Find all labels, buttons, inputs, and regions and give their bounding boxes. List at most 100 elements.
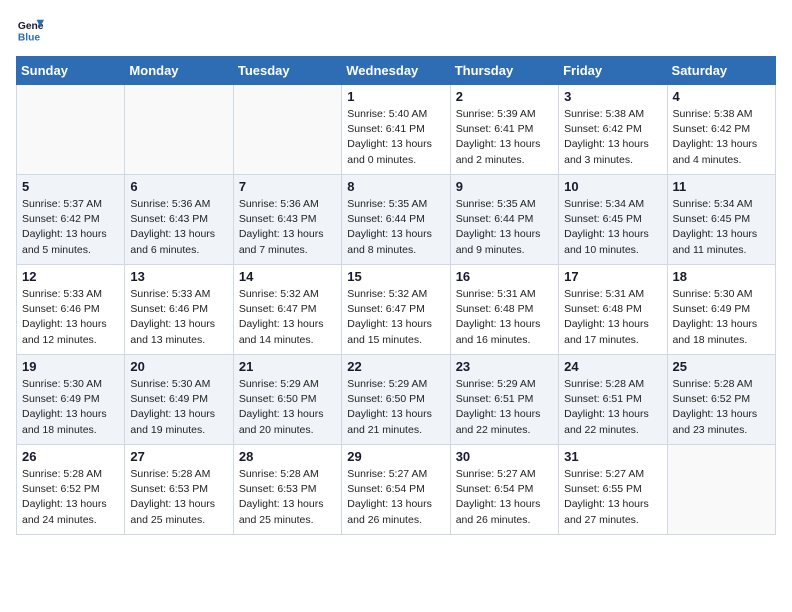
day-info: Sunrise: 5:40 AMSunset: 6:41 PMDaylight:… bbox=[347, 107, 444, 168]
day-number: 31 bbox=[564, 449, 661, 464]
calendar-cell: 15 Sunrise: 5:32 AMSunset: 6:47 PMDayligh… bbox=[342, 265, 450, 355]
day-number: 28 bbox=[239, 449, 336, 464]
calendar-cell: 7 Sunrise: 5:36 AMSunset: 6:43 PMDaylight… bbox=[233, 175, 341, 265]
calendar-cell: 9Sunrise: 5:35 AMSunset: 6:44 PMDaylight… bbox=[450, 175, 558, 265]
day-info: Sunrise: 5:27 AMSunset: 6:54 PMDaylight:… bbox=[456, 467, 553, 528]
calendar-cell bbox=[667, 445, 775, 535]
day-info: Sunrise: 5:32 AMSunset: 6:47 PMDaylight:… bbox=[347, 287, 444, 348]
calendar-cell: 14 Sunrise: 5:32 AMSunset: 6:47 PMDayligh… bbox=[233, 265, 341, 355]
calendar-cell: 1 Sunrise: 5:40 AMSunset: 6:41 PMDaylight… bbox=[342, 85, 450, 175]
day-number: 17 bbox=[564, 269, 661, 284]
svg-text:Blue: Blue bbox=[18, 32, 41, 43]
day-info: Sunrise: 5:33 AMSunset: 6:46 PMDaylight:… bbox=[22, 287, 119, 348]
day-info: Sunrise: 5:36 AMSunset: 6:43 PMDaylight:… bbox=[239, 197, 336, 258]
calendar-cell: 28 Sunrise: 5:28 AMSunset: 6:53 PMDayligh… bbox=[233, 445, 341, 535]
day-info: Sunrise: 5:28 AMSunset: 6:51 PMDaylight:… bbox=[564, 377, 661, 438]
calendar-cell: 22 Sunrise: 5:29 AMSunset: 6:50 PMDayligh… bbox=[342, 355, 450, 445]
col-header-thursday: Thursday bbox=[450, 57, 558, 85]
day-number: 25 bbox=[673, 359, 770, 374]
day-info: Sunrise: 5:29 AMSunset: 6:51 PMDaylight:… bbox=[456, 377, 553, 438]
calendar-cell: 18 Sunrise: 5:30 AMSunset: 6:49 PMDayligh… bbox=[667, 265, 775, 355]
day-info: Sunrise: 5:27 AMSunset: 6:54 PMDaylight:… bbox=[347, 467, 444, 528]
calendar-cell: 31 Sunrise: 5:27 AMSunset: 6:55 PMDayligh… bbox=[559, 445, 667, 535]
calendar-cell: 3 Sunrise: 5:38 AMSunset: 6:42 PMDaylight… bbox=[559, 85, 667, 175]
calendar-cell: 26 Sunrise: 5:28 AMSunset: 6:52 PMDayligh… bbox=[17, 445, 125, 535]
day-number: 23 bbox=[456, 359, 553, 374]
col-header-wednesday: Wednesday bbox=[342, 57, 450, 85]
calendar-cell: 8 Sunrise: 5:35 AMSunset: 6:44 PMDaylight… bbox=[342, 175, 450, 265]
day-number: 16 bbox=[456, 269, 553, 284]
week-row-4: 19 Sunrise: 5:30 AMSunset: 6:49 PMDayligh… bbox=[17, 355, 776, 445]
day-number: 12 bbox=[22, 269, 119, 284]
day-info: Sunrise: 5:30 AMSunset: 6:49 PMDaylight:… bbox=[673, 287, 770, 348]
day-number: 19 bbox=[22, 359, 119, 374]
day-info: Sunrise: 5:31 AMSunset: 6:48 PMDaylight:… bbox=[564, 287, 661, 348]
day-info: Sunrise: 5:30 AMSunset: 6:49 PMDaylight:… bbox=[22, 377, 119, 438]
day-info: Sunrise: 5:32 AMSunset: 6:47 PMDaylight:… bbox=[239, 287, 336, 348]
week-row-1: 1 Sunrise: 5:40 AMSunset: 6:41 PMDaylight… bbox=[17, 85, 776, 175]
day-number: 29 bbox=[347, 449, 444, 464]
calendar-cell: 2 Sunrise: 5:39 AMSunset: 6:41 PMDaylight… bbox=[450, 85, 558, 175]
day-number: 26 bbox=[22, 449, 119, 464]
col-header-sunday: Sunday bbox=[17, 57, 125, 85]
day-info: Sunrise: 5:28 AMSunset: 6:52 PMDaylight:… bbox=[673, 377, 770, 438]
day-number: 14 bbox=[239, 269, 336, 284]
day-number: 1 bbox=[347, 89, 444, 104]
day-info: Sunrise: 5:33 AMSunset: 6:46 PMDaylight:… bbox=[130, 287, 227, 348]
day-number: 11 bbox=[673, 179, 770, 194]
col-header-saturday: Saturday bbox=[667, 57, 775, 85]
day-info: Sunrise: 5:38 AMSunset: 6:42 PMDaylight:… bbox=[673, 107, 770, 168]
calendar-cell: 29 Sunrise: 5:27 AMSunset: 6:54 PMDayligh… bbox=[342, 445, 450, 535]
page-header: General Blue bbox=[16, 16, 776, 44]
calendar-cell: 6 Sunrise: 5:36 AMSunset: 6:43 PMDaylight… bbox=[125, 175, 233, 265]
day-number: 24 bbox=[564, 359, 661, 374]
day-number: 27 bbox=[130, 449, 227, 464]
day-number: 5 bbox=[22, 179, 119, 194]
day-number: 15 bbox=[347, 269, 444, 284]
day-info: Sunrise: 5:28 AMSunset: 6:53 PMDaylight:… bbox=[130, 467, 227, 528]
day-number: 22 bbox=[347, 359, 444, 374]
day-info: Sunrise: 5:38 AMSunset: 6:42 PMDaylight:… bbox=[564, 107, 661, 168]
day-info: Sunrise: 5:31 AMSunset: 6:48 PMDaylight:… bbox=[456, 287, 553, 348]
day-number: 2 bbox=[456, 89, 553, 104]
day-info: Sunrise: 5:35 AMSunset: 6:44 PMDaylight:… bbox=[456, 197, 553, 258]
calendar-cell: 30 Sunrise: 5:27 AMSunset: 6:54 PMDayligh… bbox=[450, 445, 558, 535]
day-number: 10 bbox=[564, 179, 661, 194]
col-header-monday: Monday bbox=[125, 57, 233, 85]
day-number: 6 bbox=[130, 179, 227, 194]
day-number: 18 bbox=[673, 269, 770, 284]
day-info: Sunrise: 5:37 AMSunset: 6:42 PMDaylight:… bbox=[22, 197, 119, 258]
calendar-cell: 20Sunrise: 5:30 AMSunset: 6:49 PMDayligh… bbox=[125, 355, 233, 445]
day-number: 7 bbox=[239, 179, 336, 194]
day-info: Sunrise: 5:36 AMSunset: 6:43 PMDaylight:… bbox=[130, 197, 227, 258]
week-row-5: 26 Sunrise: 5:28 AMSunset: 6:52 PMDayligh… bbox=[17, 445, 776, 535]
week-row-2: 5 Sunrise: 5:37 AMSunset: 6:42 PMDaylight… bbox=[17, 175, 776, 265]
week-row-3: 12 Sunrise: 5:33 AMSunset: 6:46 PMDayligh… bbox=[17, 265, 776, 355]
day-info: Sunrise: 5:28 AMSunset: 6:53 PMDaylight:… bbox=[239, 467, 336, 528]
calendar-cell: 24 Sunrise: 5:28 AMSunset: 6:51 PMDayligh… bbox=[559, 355, 667, 445]
calendar-cell: 10Sunrise: 5:34 AMSunset: 6:45 PMDayligh… bbox=[559, 175, 667, 265]
day-info: Sunrise: 5:28 AMSunset: 6:52 PMDaylight:… bbox=[22, 467, 119, 528]
calendar-cell: 12 Sunrise: 5:33 AMSunset: 6:46 PMDayligh… bbox=[17, 265, 125, 355]
day-number: 30 bbox=[456, 449, 553, 464]
day-number: 8 bbox=[347, 179, 444, 194]
calendar-cell: 27 Sunrise: 5:28 AMSunset: 6:53 PMDayligh… bbox=[125, 445, 233, 535]
calendar-cell: 5 Sunrise: 5:37 AMSunset: 6:42 PMDaylight… bbox=[17, 175, 125, 265]
calendar-cell bbox=[233, 85, 341, 175]
calendar-cell: 21 Sunrise: 5:29 AMSunset: 6:50 PMDayligh… bbox=[233, 355, 341, 445]
day-info: Sunrise: 5:29 AMSunset: 6:50 PMDaylight:… bbox=[239, 377, 336, 438]
col-header-tuesday: Tuesday bbox=[233, 57, 341, 85]
day-info: Sunrise: 5:29 AMSunset: 6:50 PMDaylight:… bbox=[347, 377, 444, 438]
day-number: 3 bbox=[564, 89, 661, 104]
day-info: Sunrise: 5:39 AMSunset: 6:41 PMDaylight:… bbox=[456, 107, 553, 168]
calendar-header-row: SundayMondayTuesdayWednesdayThursdayFrid… bbox=[17, 57, 776, 85]
day-number: 13 bbox=[130, 269, 227, 284]
day-number: 21 bbox=[239, 359, 336, 374]
day-info: Sunrise: 5:35 AMSunset: 6:44 PMDaylight:… bbox=[347, 197, 444, 258]
day-number: 4 bbox=[673, 89, 770, 104]
calendar-cell: 16 Sunrise: 5:31 AMSunset: 6:48 PMDayligh… bbox=[450, 265, 558, 355]
col-header-friday: Friday bbox=[559, 57, 667, 85]
day-info: Sunrise: 5:27 AMSunset: 6:55 PMDaylight:… bbox=[564, 467, 661, 528]
day-number: 20 bbox=[130, 359, 227, 374]
day-info: Sunrise: 5:34 AMSunset: 6:45 PMDaylight:… bbox=[673, 197, 770, 258]
